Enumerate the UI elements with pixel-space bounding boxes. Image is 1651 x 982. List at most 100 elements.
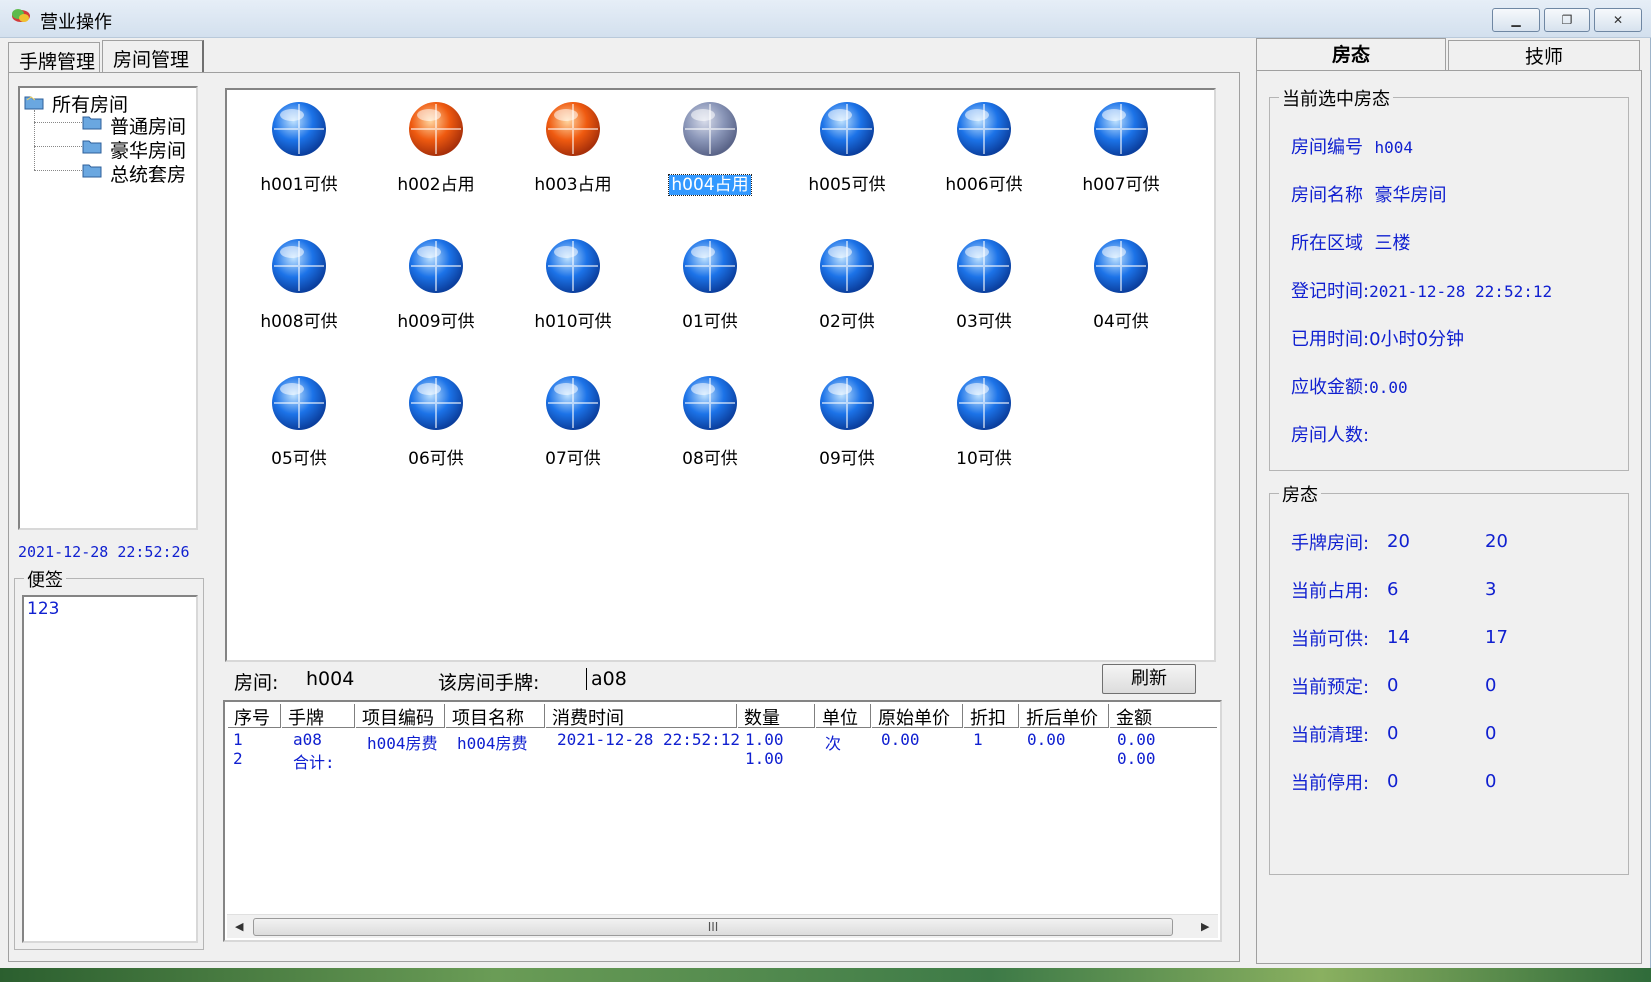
field-label: 已用时间: xyxy=(1291,329,1370,350)
scroll-left-arrow-icon[interactable]: ◀ xyxy=(235,920,243,933)
room-label: h001可供 xyxy=(239,170,359,195)
col-header-disc-price[interactable]: 折后单价 xyxy=(1019,704,1109,729)
tree-connector xyxy=(34,146,84,147)
room-tile[interactable]: 06可供 xyxy=(376,364,496,474)
field-label: 当前可供: xyxy=(1291,629,1370,650)
col-header-item-name[interactable]: 项目名称 xyxy=(445,704,545,729)
status-row-disabled: 当前停用: xyxy=(1291,769,1369,795)
room-tile[interactable]: 10可供 xyxy=(924,364,1044,474)
col-header-unit[interactable]: 单位 xyxy=(815,704,871,729)
room-tile[interactable]: h007可供 xyxy=(1061,90,1181,200)
cell-discount: 1 xyxy=(973,730,983,749)
room-status-label: 房态 xyxy=(1279,481,1321,507)
status-value-a: 14 xyxy=(1387,627,1410,648)
tree-item-standard-room[interactable]: 普通房间 xyxy=(110,112,186,139)
room-tile[interactable]: 08可供 xyxy=(650,364,770,474)
room-status-ball-icon xyxy=(272,102,326,156)
room-tile[interactable]: h004占用 xyxy=(650,90,770,200)
tree-item-deluxe-room[interactable]: 豪华房间 xyxy=(110,136,186,163)
tab-technician[interactable]: 技师 xyxy=(1448,40,1640,72)
room-label: 08可供 xyxy=(650,444,770,469)
minimize-icon: ▁ xyxy=(1511,13,1521,27)
tab-room-status[interactable]: 房态 xyxy=(1256,38,1446,72)
room-tile[interactable]: 09可供 xyxy=(787,364,907,474)
col-header-seq[interactable]: 序号 xyxy=(227,704,281,729)
room-label: h009可供 xyxy=(376,307,496,332)
room-tile[interactable]: h009可供 xyxy=(376,227,496,337)
maximize-button[interactable]: ❐ xyxy=(1544,8,1590,32)
consumption-grid: 序号 手牌 项目编码 项目名称 消费时间 数量 单位 原始单价 折扣 折后单价 … xyxy=(223,700,1222,942)
checkin-row: 登记时间:2021-12-28 22:52:12 xyxy=(1291,277,1552,303)
field-value: 0小时0分钟 xyxy=(1369,329,1464,350)
status-row-card-rooms: 手牌房间: xyxy=(1291,529,1369,555)
folder-icon xyxy=(24,96,44,110)
cell-card: 合计: xyxy=(293,753,335,772)
room-tile[interactable]: h006可供 xyxy=(924,90,1044,200)
horizontal-scrollbar[interactable]: ◀ III ▶ xyxy=(227,914,1218,938)
col-header-amount[interactable]: 金额 xyxy=(1109,704,1219,729)
col-header-time[interactable]: 消费时间 xyxy=(545,704,737,729)
room-status-ball-icon xyxy=(272,239,326,293)
status-value-b: 0 xyxy=(1485,723,1497,744)
status-value-a: 0 xyxy=(1387,723,1399,744)
room-tile[interactable]: h003占用 xyxy=(513,90,633,200)
room-number-row: 房间编号 h004 xyxy=(1291,133,1413,159)
room-label: 04可供 xyxy=(1061,307,1181,332)
room-tile[interactable]: h005可供 xyxy=(787,90,907,200)
field-label: 当前清理: xyxy=(1291,725,1370,746)
col-header-discount[interactable]: 折扣 xyxy=(963,704,1019,729)
room-label: h004占用 xyxy=(650,170,770,196)
tree-item-presidential-suite[interactable]: 总统套房 xyxy=(110,160,186,187)
room-tile[interactable]: 07可供 xyxy=(513,364,633,474)
scroll-right-arrow-icon[interactable]: ▶ xyxy=(1201,920,1209,933)
cell-time: 2021-12-28 22:52:12 xyxy=(557,730,741,749)
cell-item-code: h004房费 xyxy=(367,734,438,753)
room-tile[interactable]: h002占用 xyxy=(376,90,496,200)
status-value-b: 0 xyxy=(1485,771,1497,792)
room-status-ball-icon xyxy=(683,102,737,156)
room-tile[interactable]: h001可供 xyxy=(239,90,359,200)
field-label: 当前占用: xyxy=(1291,581,1370,602)
col-header-item-code[interactable]: 项目编码 xyxy=(355,704,445,729)
room-label: h005可供 xyxy=(787,170,907,195)
amount-due-row: 应收金额:0.00 xyxy=(1291,373,1408,399)
room-label-text: 05可供 xyxy=(271,449,327,469)
room-label-text: h010可供 xyxy=(534,312,612,332)
current-datetime: 2021-12-28 22:52:26 xyxy=(18,543,190,561)
room-tile[interactable]: 02可供 xyxy=(787,227,907,337)
cell-unit: 次 xyxy=(825,734,842,753)
room-tile[interactable]: 05可供 xyxy=(239,364,359,474)
col-header-orig-price[interactable]: 原始单价 xyxy=(871,704,963,729)
room-label: 02可供 xyxy=(787,307,907,332)
room-status-ball-icon xyxy=(957,239,1011,293)
room-tile[interactable]: h008可供 xyxy=(239,227,359,337)
area-row: 所在区域 三楼 xyxy=(1291,229,1410,255)
refresh-button[interactable]: 刷新 xyxy=(1102,664,1196,694)
field-value: 豪华房间 xyxy=(1374,185,1447,206)
memo-textarea[interactable]: 123 xyxy=(22,595,198,943)
field-label: 登记时间: xyxy=(1291,281,1370,302)
folder-icon xyxy=(82,140,102,154)
tab-card-management[interactable]: 手牌管理 xyxy=(8,42,100,73)
scrollbar-thumb[interactable]: III xyxy=(253,918,1173,936)
room-tile[interactable]: 03可供 xyxy=(924,227,1044,337)
room-label: 09可供 xyxy=(787,444,907,469)
field-value: 2021-12-28 22:52:12 xyxy=(1369,282,1553,301)
tab-label: 手牌管理 xyxy=(19,51,96,73)
grid-header: 序号 手牌 项目编码 项目名称 消费时间 数量 单位 原始单价 折扣 折后单价 … xyxy=(227,704,1219,729)
col-header-card[interactable]: 手牌 xyxy=(281,704,355,729)
status-value-a: 0 xyxy=(1387,675,1399,696)
close-button[interactable]: ✕ xyxy=(1594,8,1642,32)
room-name-row: 房间名称 豪华房间 xyxy=(1291,181,1446,207)
col-header-qty[interactable]: 数量 xyxy=(737,704,815,729)
folder-icon xyxy=(82,116,102,130)
room-tile[interactable]: 04可供 xyxy=(1061,227,1181,337)
room-label-text: h003占用 xyxy=(534,175,612,195)
tab-room-management[interactable]: 房间管理 xyxy=(102,40,204,72)
tab-label: 房态 xyxy=(1331,44,1370,66)
room-tile[interactable]: 01可供 xyxy=(650,227,770,337)
tree-connector xyxy=(34,122,84,123)
room-tile[interactable]: h010可供 xyxy=(513,227,633,337)
minimize-button[interactable]: ▁ xyxy=(1492,8,1540,32)
room-label-text: 08可供 xyxy=(682,449,738,469)
